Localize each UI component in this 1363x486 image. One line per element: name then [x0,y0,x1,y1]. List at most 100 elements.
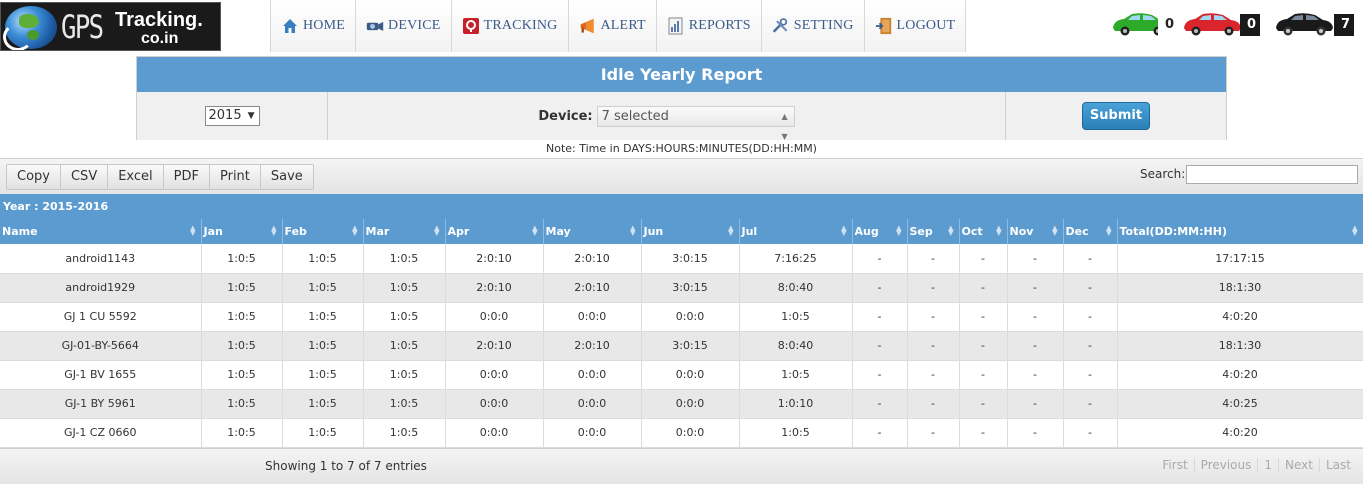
running-vehicles-badge[interactable]: 0 [1110,6,1180,40]
excel-button[interactable]: Excel [108,165,164,189]
home-icon [281,17,299,35]
nav-device-label: DEVICE [388,18,441,33]
column-header-jan[interactable]: Jan ▲ ▼ [201,219,283,244]
nav-reports[interactable]: REPORTS [656,0,762,52]
table-row[interactable]: GJ-01-BY-5664 1:0:5 1:0:5 1:0:5 2:0:10 2:0:10… [0,331,1363,361]
column-header-name[interactable]: Name ▲ ▼ [0,219,202,244]
column-header-label: Feb [284,225,307,238]
pager-first[interactable]: First [1156,458,1193,472]
year-range-label: Year : 2015-2016 [0,194,1363,219]
stopped-vehicles-badge[interactable]: 0 [1181,6,1264,40]
table-body: android1143 1:0:5 1:0:5 1:0:5 2:0:10 2:0:10 3:… [0,244,1363,448]
table-row[interactable]: GJ 1 CU 5592 1:0:5 1:0:5 1:0:5 0:0:0 0:0:0 0:0… [0,302,1363,332]
save-button[interactable]: Save [260,165,313,189]
table-cell: - [907,273,960,303]
pdf-button[interactable]: PDF [163,165,210,189]
inactive-vehicles-badge[interactable]: 7 [1273,6,1358,40]
inactive-count: 7 [1334,14,1354,36]
copy-button[interactable]: Copy [7,165,61,189]
logo[interactable]: GPS Tracking. co.in [0,2,221,51]
device-icon [366,17,384,35]
table-cell: - [959,273,1008,303]
table-cell: - [852,244,908,274]
table-cell: 1:0:5 [282,418,364,448]
table-cell: 4:0:20 [1117,418,1363,448]
table-cell: 8:0:40 [739,273,853,303]
column-header-label: Aug [854,225,879,238]
year-select[interactable]: 2015 ▼ [204,106,260,126]
entries-info: Showing 1 to 7 of 7 entries [265,459,427,473]
table-cell: 0:0:0 [641,360,740,390]
table-cell: 1:0:5 [201,418,283,448]
sort-icon: ▲ ▼ [1052,224,1058,237]
nav-reports-label: REPORTS [688,18,751,33]
column-header-jul[interactable]: Jul ▲ ▼ [739,219,853,244]
table-cell: 4:0:20 [1117,302,1363,332]
search-input[interactable] [1186,165,1358,184]
print-button[interactable]: Print [209,165,261,189]
nav-setting[interactable]: SETTING [761,0,865,52]
idle-report-table: Name ▲ ▼ Jan ▲ ▼ Feb ▲ ▼ Mar ▲ ▼ Apr ▲ ▼ May ▲ ▼ Jun ▲ ▼ Jul ▲… [0,219,1363,448]
column-header-label: Apr [447,225,470,238]
column-header-apr[interactable]: Apr ▲ ▼ [445,219,544,244]
setting-icon [772,17,790,35]
sort-icon: ▲ ▼ [841,224,847,237]
column-header-mar[interactable]: Mar ▲ ▼ [363,219,446,244]
table-row[interactable]: android1929 1:0:5 1:0:5 1:0:5 2:0:10 2:0:10 3:… [0,273,1363,303]
pager-page-1[interactable]: 1 [1257,458,1278,472]
table-cell: - [959,389,1008,419]
column-header-nov[interactable]: Nov ▲ ▼ [1007,219,1064,244]
column-header-feb[interactable]: Feb ▲ ▼ [282,219,364,244]
column-header-jun[interactable]: Jun ▲ ▼ [641,219,740,244]
sort-icon: ▲ ▼ [996,224,1002,237]
table-cell: - [1007,389,1064,419]
column-header-label: Jan [203,225,223,238]
pager-last[interactable]: Last [1319,458,1357,472]
table-cell: 1:0:5 [363,331,446,361]
table-cell: - [907,331,960,361]
column-header-may[interactable]: May ▲ ▼ [543,219,642,244]
device-select-value: 7 selected [601,108,669,124]
column-header-label: Total(DD:MM:HH) [1119,225,1227,238]
column-header-aug[interactable]: Aug ▲ ▼ [852,219,908,244]
nav-device[interactable]: DEVICE [356,0,452,52]
pagination: First Previous 1 Next Last [1156,458,1357,472]
device-multiselect[interactable]: 7 selected ▲ ▼ [596,105,795,141]
table-row[interactable]: android1143 1:0:5 1:0:5 1:0:5 2:0:10 2:0:10 3:… [0,244,1363,274]
stopped-count: 0 [1240,14,1260,36]
table-cell: - [1007,418,1064,448]
table-cell: - [959,418,1008,448]
nav-home[interactable]: HOME [270,0,357,52]
column-header-oct[interactable]: Oct ▲ ▼ [959,219,1008,244]
pager-previous[interactable]: Previous [1193,458,1258,472]
table-cell: 0:0:0 [543,418,642,448]
table-cell: 1:0:5 [201,389,283,419]
column-header-total-dd-mm-hh[interactable]: Total(DD:MM:HH) ▲ ▼ [1117,219,1363,244]
nav-home-label: HOME [303,18,346,33]
table-cell: - [1063,418,1118,448]
table-cell: 0:0:0 [543,389,642,419]
table-cell: - [959,331,1008,361]
logo-gps-text: GPS [61,8,104,46]
table-cell: 0:0:0 [543,302,642,332]
csv-button[interactable]: CSV [60,165,109,189]
column-header-sep[interactable]: Sep ▲ ▼ [907,219,960,244]
table-row[interactable]: GJ-1 BV 1655 1:0:5 1:0:5 1:0:5 0:0:0 0:0:0 0:0… [0,360,1363,390]
sort-icon: ▲ ▼ [896,224,902,237]
table-cell: 17:17:15 [1117,244,1363,274]
table-cell: - [959,302,1008,332]
pager-next[interactable]: Next [1278,458,1319,472]
table-cell: - [959,244,1008,274]
table-cell: - [1063,389,1118,419]
reports-icon [667,17,685,35]
column-header-dec[interactable]: Dec ▲ ▼ [1063,219,1118,244]
nav-logout[interactable]: LOGOUT [864,0,967,52]
table-row[interactable]: GJ-1 BY 5961 1:0:5 1:0:5 1:0:5 0:0:0 0:0:0 0:0… [0,389,1363,419]
nav-tracking[interactable]: TRACKING [451,0,569,52]
table-cell: 0:0:0 [641,302,740,332]
table-row[interactable]: GJ-1 CZ 0660 1:0:5 1:0:5 1:0:5 0:0:0 0:0:0 0:0… [0,418,1363,448]
table-cell: 18:1:30 [1117,331,1363,361]
nav-alert[interactable]: ALERT [568,0,657,52]
year-select-value: 2015 [208,108,242,123]
submit-button[interactable]: Submit [1082,102,1150,130]
